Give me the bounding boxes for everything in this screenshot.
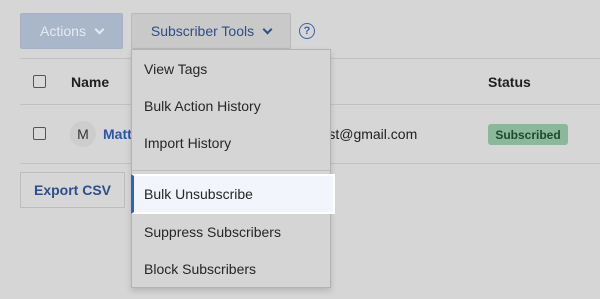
- subscriber-tools-menu: View Tags Bulk Action History Import His…: [131, 49, 335, 288]
- menu-item-block-subscribers[interactable]: Block Subscribers: [132, 250, 330, 287]
- subscriber-tools-button[interactable]: Subscriber Tools: [131, 13, 291, 49]
- status-badge: Subscribed: [488, 124, 568, 145]
- export-csv-button[interactable]: Export CSV: [20, 172, 125, 208]
- menu-item-suppress-subscribers[interactable]: Suppress Subscribers: [132, 213, 330, 250]
- select-all-checkbox[interactable]: [33, 75, 46, 88]
- menu-item-import-history[interactable]: Import History: [132, 124, 330, 161]
- chevron-down-icon: [94, 24, 105, 34]
- subscriber-tools-label: Subscriber Tools: [150, 23, 255, 39]
- subscriber-name-link[interactable]: Matt: [103, 126, 132, 142]
- menu-divider: [132, 170, 330, 171]
- chevron-down-icon: [262, 24, 273, 34]
- actions-button-label: Actions: [40, 23, 86, 39]
- help-icon[interactable]: ?: [299, 23, 315, 39]
- menu-item-bulk-action-history[interactable]: Bulk Action History: [132, 87, 330, 124]
- header-status: Status: [488, 74, 531, 90]
- row-checkbox[interactable]: [33, 127, 46, 140]
- menu-item-bulk-unsubscribe[interactable]: Bulk Unsubscribe: [131, 174, 335, 214]
- menu-item-view-tags[interactable]: View Tags: [132, 50, 330, 87]
- avatar: M: [70, 121, 96, 147]
- help-glyph: ?: [303, 25, 311, 37]
- avatar-initial: M: [77, 126, 89, 142]
- header-name: Name: [71, 74, 110, 90]
- actions-button[interactable]: Actions: [20, 13, 123, 49]
